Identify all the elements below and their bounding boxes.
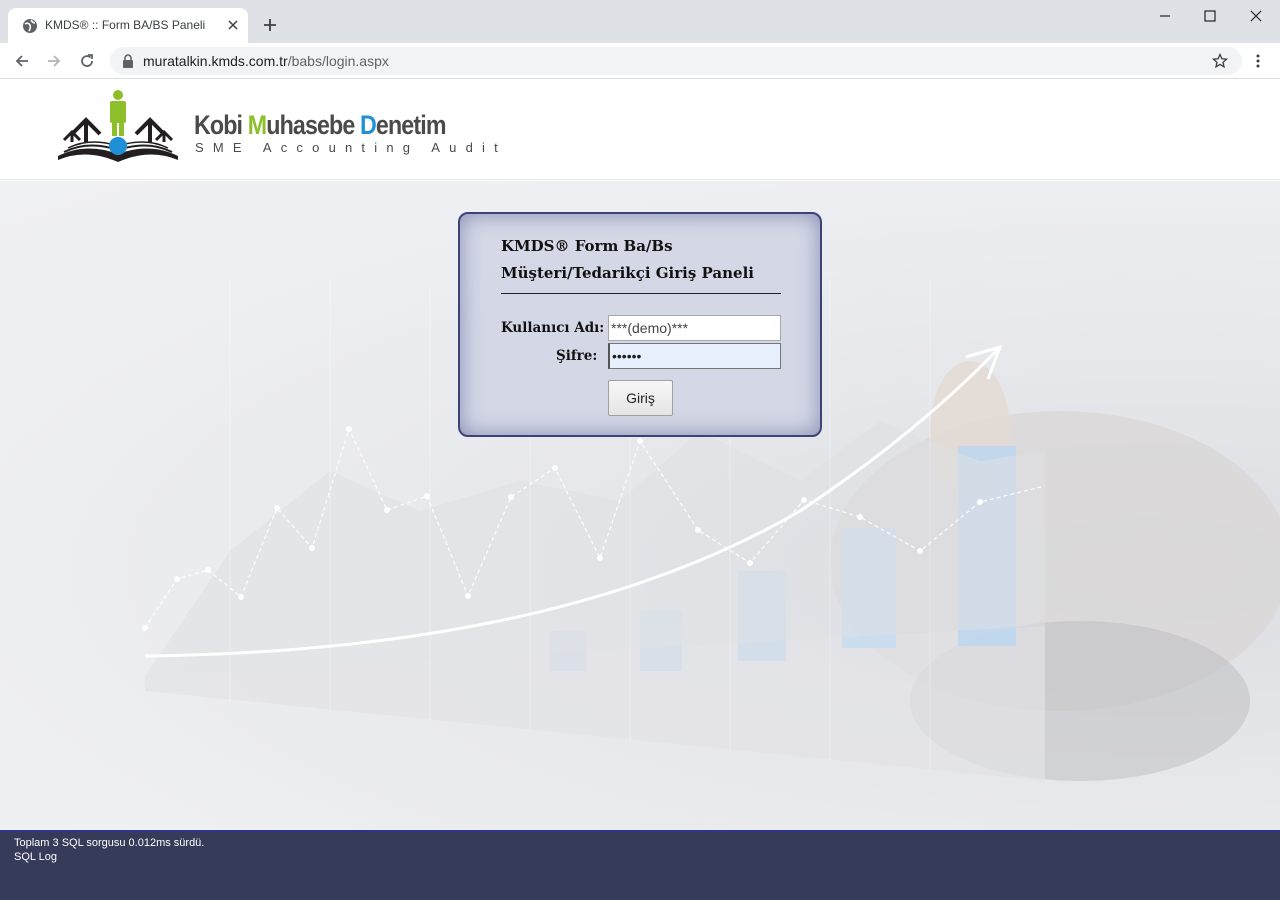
browser-toolbar: muratalkin.kmds.com.tr/babs/login.aspx <box>0 43 1280 79</box>
new-tab-icon[interactable] <box>262 17 278 33</box>
sql-summary: Toplam 3 SQL sorgusu 0.012ms sürdü. <box>14 837 205 849</box>
minimize-icon[interactable] <box>1157 8 1173 24</box>
tab-title: KMDS® :: Form BA/BS Paneli <box>45 18 206 32</box>
globe-icon <box>23 19 37 33</box>
login-button[interactable]: Giriş <box>608 380 673 416</box>
username-label: Kullanıcı Adı: <box>501 320 605 336</box>
address-bar[interactable]: muratalkin.kmds.com.tr/babs/login.aspx <box>110 47 1242 75</box>
bookmark-star-icon[interactable] <box>1212 53 1228 69</box>
password-input[interactable] <box>608 343 781 369</box>
username-input[interactable] <box>608 315 781 341</box>
window-close-icon[interactable] <box>1248 8 1264 24</box>
logo-subtitle: SME Accounting Audit <box>195 140 507 155</box>
login-panel: KMDS® Form Ba/Bs Müşteri/Tedarikçi Giriş… <box>458 212 822 437</box>
footer: Toplam 3 SQL sorgusu 0.012ms sürdü. SQL … <box>0 830 1280 900</box>
close-tab-icon[interactable] <box>225 17 241 33</box>
divider <box>501 293 781 294</box>
page-header: Kobi Muhasebe Denetim SME Accounting Aud… <box>0 80 1280 180</box>
password-label: Şifre: <box>556 348 598 364</box>
menu-dots-icon[interactable] <box>1250 53 1266 69</box>
back-arrow-icon[interactable] <box>14 53 30 69</box>
url-text[interactable]: muratalkin.kmds.com.tr/babs/login.aspx <box>143 53 389 69</box>
maximize-icon[interactable] <box>1202 8 1218 24</box>
panel-title: KMDS® Form Ba/Bs <box>501 237 673 255</box>
browser-titlebar: KMDS® :: Form BA/BS Paneli <box>0 0 1280 43</box>
logo-title: Kobi Muhasebe Denetim <box>194 110 446 140</box>
lock-icon[interactable] <box>122 54 134 68</box>
reload-icon[interactable] <box>79 53 95 69</box>
browser-tab[interactable]: KMDS® :: Form BA/BS Paneli <box>8 8 248 43</box>
kmd-logo-emblem <box>58 90 178 162</box>
forward-arrow-icon[interactable] <box>46 53 62 69</box>
panel-subtitle: Müşteri/Tedarikçi Giriş Paneli <box>501 264 754 282</box>
sql-log-link[interactable]: SQL Log <box>14 851 57 863</box>
